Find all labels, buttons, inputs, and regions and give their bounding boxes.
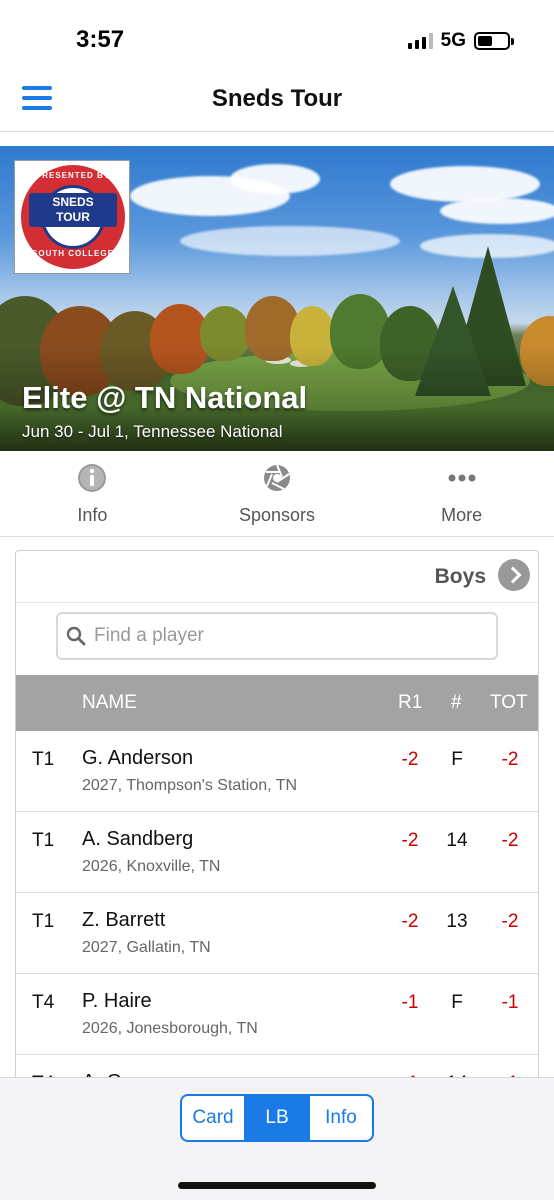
more-dots-icon	[448, 474, 476, 482]
network-type: 5G	[440, 30, 466, 51]
round1-score: -1	[401, 992, 419, 1013]
card-tab[interactable]: Card	[182, 1096, 246, 1140]
quick-menu-label: Sponsors	[238, 505, 316, 525]
leaderboard-header: NAME R1 # TOT	[16, 675, 538, 731]
player-name: Z. Barrett	[82, 909, 166, 931]
total-score: -1	[501, 992, 519, 1013]
nav-header: Sneds Tour	[0, 74, 554, 132]
holes-thru: F	[451, 749, 463, 770]
status-time: 3:57	[76, 26, 125, 53]
info-tab[interactable]: Info	[310, 1096, 372, 1140]
column-r1: R1	[398, 692, 423, 713]
position: T1	[32, 911, 55, 932]
app-screen: 3:57 5G Sneds Tour PRESENTED BY SNEDS TO…	[0, 0, 554, 1200]
round1-score: -2	[401, 911, 419, 932]
player-info: 2026, Knoxville, TN	[82, 858, 221, 875]
quick-menu-more[interactable]: More	[369, 451, 554, 536]
event-title: Elite @ TN National	[22, 380, 308, 415]
player-name: P. Haire	[82, 990, 152, 1012]
aperture-icon	[264, 464, 290, 491]
player-search	[56, 612, 498, 660]
player-info: 2027, Thompson's Station, TN	[82, 777, 298, 794]
bottom-toolbar: Card LB Info	[0, 1077, 554, 1200]
column-total: TOT	[490, 692, 528, 713]
position: T4	[32, 992, 55, 1013]
leaderboard-tab[interactable]: LB	[246, 1096, 310, 1140]
total-score: -2	[501, 749, 519, 770]
view-segmented-control: Card LB Info	[180, 1094, 374, 1142]
leaderboard-rows: T1 G. Anderson 2027, Thompson's Station,…	[16, 731, 538, 1109]
division-selector[interactable]: Boys	[16, 551, 538, 603]
table-row[interactable]: T1 Z. Barrett 2027, Gallatin, TN -2 13 -…	[16, 893, 538, 974]
player-info: 2026, Jonesborough, TN	[82, 1020, 258, 1037]
column-name: NAME	[82, 692, 137, 713]
table-row[interactable]: T1 A. Sandberg 2026, Knoxville, TN -2 14…	[16, 812, 538, 893]
event-hero-image: PRESENTED BY SNEDS TOUR SOUTH COLLEGE El…	[0, 146, 554, 451]
player-name: G. Anderson	[82, 747, 194, 769]
cellular-signal-icon	[407, 33, 433, 49]
round1-score: -2	[401, 749, 419, 770]
holes-thru: F	[451, 992, 463, 1013]
table-row[interactable]: T1 G. Anderson 2027, Thompson's Station,…	[16, 731, 538, 812]
total-score: -2	[501, 911, 519, 932]
search-icon	[66, 626, 86, 646]
search-input[interactable]	[94, 620, 484, 652]
quick-menu-label: More	[441, 505, 483, 525]
leaderboard-card: Boys NAME R1 # TOT T1 G. Anderson 2027, …	[15, 550, 539, 1110]
quick-menu-info[interactable]: Info	[0, 451, 185, 536]
holes-thru: 13	[446, 911, 468, 932]
page-title: Sneds Tour	[211, 85, 343, 112]
home-indicator	[178, 1182, 376, 1189]
tour-logo: PRESENTED BY SNEDS TOUR SOUTH COLLEGE	[14, 160, 130, 274]
quick-menu-label: Info	[77, 505, 108, 525]
position: T1	[32, 830, 55, 851]
round1-score: -2	[401, 830, 419, 851]
position: T1	[32, 749, 55, 770]
event-subtitle: Jun 30 - Jul 1, Tennessee National	[22, 422, 283, 441]
table-row[interactable]: T4 P. Haire 2026, Jonesborough, TN -1 F …	[16, 974, 538, 1055]
event-quick-menu: Info Sponsors More	[0, 451, 554, 537]
player-name: A. Sandberg	[82, 828, 194, 850]
chevron-right-icon[interactable]	[498, 559, 530, 591]
status-bar: 3:57 5G	[0, 0, 554, 74]
column-thru: #	[451, 692, 462, 713]
status-indicators: 5G	[407, 30, 514, 52]
battery-icon	[474, 32, 514, 50]
division-label: Boys	[434, 565, 486, 588]
quick-menu-sponsors[interactable]: Sponsors	[185, 451, 370, 536]
player-info: 2027, Gallatin, TN	[82, 939, 211, 956]
info-icon	[78, 464, 107, 492]
logo-wordmark: SNEDS TOUR	[29, 193, 117, 227]
total-score: -2	[501, 830, 519, 851]
holes-thru: 14	[446, 830, 468, 851]
